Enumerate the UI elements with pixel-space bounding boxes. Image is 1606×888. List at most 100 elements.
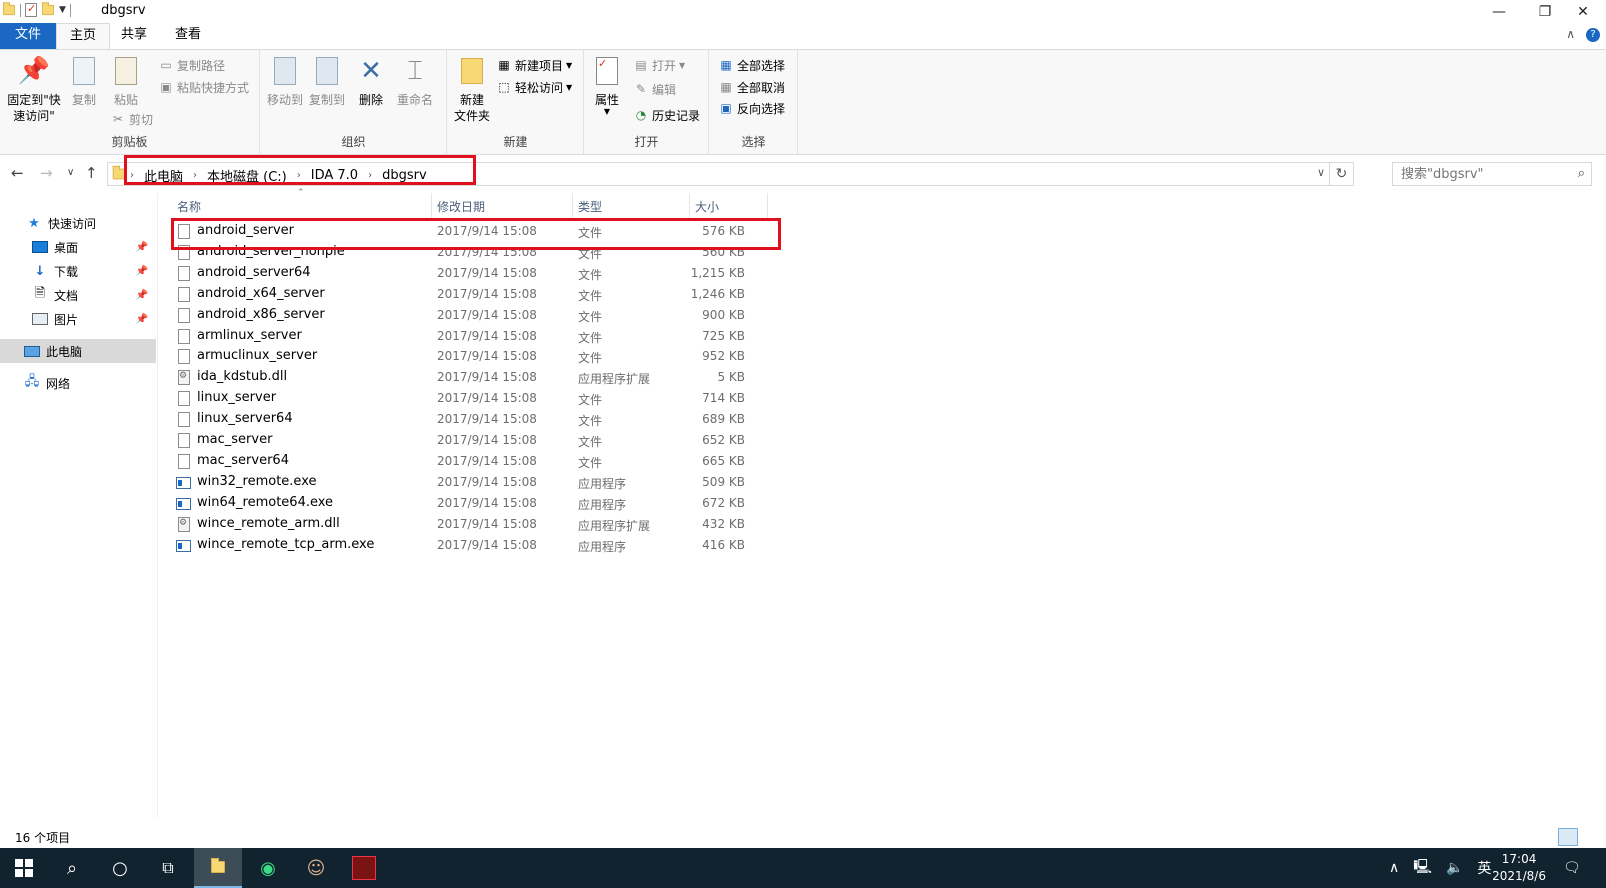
back-arrow-icon[interactable]: ← (11, 164, 24, 182)
file-row[interactable]: win64_remote64.exe 2017/9/14 15:08 应用程序 672… (172, 493, 772, 514)
search-input[interactable] (1401, 164, 1571, 184)
crumb-dbgsrv[interactable]: dbgsrv (382, 168, 427, 183)
invert-selection-button[interactable]: ▣ 反向选择 (718, 98, 785, 118)
file-row[interactable]: android_server 2017/9/14 15:08 文件 576 KB (172, 221, 772, 242)
column-header-type[interactable]: 类型 (573, 193, 690, 220)
column-header-name[interactable]: 名称 (172, 193, 432, 220)
ime-indicator[interactable]: 英 (1477, 858, 1491, 878)
copy-path-button[interactable]: ▭ 复制路径 (158, 55, 225, 75)
crumb-ida[interactable]: IDA 7.0 (311, 168, 358, 183)
file-row[interactable]: linux_server64 2017/9/14 15:08 文件 689 KB (172, 409, 772, 430)
nav-network[interactable]: 🖧 网络 (0, 371, 156, 395)
network-status-icon[interactable]: 🖳 (1413, 856, 1432, 880)
file-row[interactable]: android_server_nonpie 2017/9/14 15:08 文件 56… (172, 242, 772, 263)
file-row[interactable]: android_server64 2017/9/14 15:08 文件 1,215 K… (172, 263, 772, 284)
file-row[interactable]: android_x86_server 2017/9/14 15:08 文件 900 K… (172, 305, 772, 326)
file-row[interactable]: mac_server64 2017/9/14 15:08 文件 665 KB (172, 451, 772, 472)
up-arrow-icon[interactable]: ↑ (85, 164, 98, 182)
delete-button[interactable]: ✕ 删除 (355, 54, 387, 108)
nav-quick-access[interactable]: ★ 快速访问 (0, 211, 156, 235)
refresh-icon[interactable]: ↻ (1329, 163, 1353, 185)
tab-file[interactable]: 文件 (0, 23, 56, 49)
file-row[interactable]: armlinux_server 2017/9/14 15:08 文件 725 KB (172, 326, 772, 347)
file-row[interactable]: armuclinux_server 2017/9/14 15:08 文件 952 KB (172, 346, 772, 367)
paste-shortcut-button[interactable]: ▣ 粘贴快捷方式 (158, 77, 249, 97)
crumb-separator-icon[interactable]: › (297, 170, 301, 181)
pin-icon[interactable]: 📌 (136, 314, 148, 325)
column-header-size[interactable]: 大小 (690, 193, 768, 220)
select-none-button[interactable]: ▦ 全部取消 (718, 77, 785, 97)
paste-button[interactable]: 粘贴 (108, 54, 144, 108)
properties-icon[interactable] (25, 2, 37, 17)
notification-icon[interactable]: 🗨 (1563, 848, 1581, 888)
pin-icon[interactable]: 📌 (136, 242, 148, 253)
tab-home[interactable]: 主页 (56, 23, 111, 49)
file-date: 2017/9/14 15:08 (437, 412, 537, 427)
volume-icon[interactable]: 🔈 (1446, 860, 1463, 876)
history-button[interactable]: ◔ 历史记录 (633, 105, 700, 125)
column-header-date[interactable]: 修改日期 (432, 193, 573, 220)
file-row[interactable]: wince_remote_arm.dll 2017/9/14 15:08 应用程序扩… (172, 514, 772, 535)
app-icon[interactable] (340, 848, 388, 888)
pin-icon[interactable]: 📌 (136, 290, 148, 301)
file-name: android_server_nonpie (197, 243, 345, 259)
file-row[interactable]: mac_server 2017/9/14 15:08 文件 652 KB (172, 430, 772, 451)
file-explorer-taskbar-icon[interactable] (194, 848, 242, 888)
file-row[interactable]: android_x64_server 2017/9/14 15:08 文件 1,246… (172, 284, 772, 305)
copy-to-button[interactable]: 复制到 (307, 54, 347, 108)
nav-this-pc[interactable]: 此电脑 (0, 339, 156, 363)
new-item-button[interactable]: ▦ 新建项目 ▼ (496, 55, 572, 75)
nav-pictures[interactable]: 图片 📌 (0, 307, 156, 331)
crumb-separator-icon[interactable]: › (193, 170, 197, 181)
task-view-icon[interactable]: ⧉ (144, 848, 192, 888)
show-hidden-icons-icon[interactable]: ∧ (1389, 860, 1399, 876)
cut-button[interactable]: ✂ 剪切 (110, 109, 153, 129)
easy-access-button[interactable]: ⬚ 轻松访问 ▼ (496, 77, 572, 97)
close-button[interactable]: ✕ (1560, 0, 1606, 23)
start-button[interactable] (0, 848, 48, 888)
address-bar[interactable]: › 此电脑 › 本地磁盘 (C:) › IDA 7.0 › dbgsrv ∨ ↻ (107, 162, 1354, 186)
edit-button[interactable]: ✎ 编辑 (633, 79, 676, 99)
nav-downloads[interactable]: ↓ 下载 📌 (0, 259, 156, 283)
file-date: 2017/9/14 15:08 (437, 286, 537, 301)
large-icons-view-icon[interactable] (1580, 828, 1600, 846)
copy-button[interactable]: 复制 (66, 54, 102, 108)
android-studio-icon[interactable]: ◉ (244, 848, 292, 888)
crumb-this-pc[interactable]: 此电脑 (144, 166, 183, 185)
ida-pro-icon[interactable]: ☺ (292, 848, 340, 888)
search-box[interactable]: ⌕ (1392, 162, 1592, 186)
move-to-button[interactable]: 移动到 (265, 54, 305, 108)
rename-button[interactable]: ⌶ 重命名 (395, 54, 435, 108)
forward-arrow-icon[interactable]: → (40, 164, 53, 182)
details-view-icon[interactable] (1558, 828, 1578, 846)
select-all-button[interactable]: ▦ 全部选择 (718, 55, 785, 75)
file-row[interactable]: ida_kdstub.dll 2017/9/14 15:08 应用程序扩展 5 KB (172, 367, 772, 388)
nav-desktop[interactable]: 桌面 📌 (0, 235, 156, 259)
properties-button[interactable]: 属性 ▼ (591, 54, 623, 116)
recent-locations-chevron-icon[interactable]: ∨ (67, 167, 74, 178)
tab-view[interactable]: 查看 (162, 23, 214, 49)
new-folder-icon[interactable] (42, 2, 54, 16)
help-icon[interactable]: ? (1586, 28, 1600, 42)
crumb-separator-icon[interactable]: › (368, 170, 372, 181)
folder-icon[interactable] (3, 2, 15, 16)
crumb-local-disk[interactable]: 本地磁盘 (C:) (207, 166, 287, 185)
address-dropdown-icon[interactable]: ∨ (1317, 166, 1325, 179)
open-button[interactable]: ▤ 打开 ▼ (633, 55, 685, 75)
clock[interactable]: 17:04 2021/8/6 (1492, 851, 1546, 885)
qat-dropdown-icon[interactable]: ▼ (59, 5, 66, 15)
tab-share[interactable]: 共享 (108, 23, 160, 49)
file-row[interactable]: linux_server 2017/9/14 15:08 文件 714 KB (172, 388, 772, 409)
pin-icon[interactable]: 📌 (136, 266, 148, 277)
cortana-icon[interactable]: ○ (96, 848, 144, 888)
minimize-button[interactable]: — (1476, 0, 1522, 23)
nav-documents[interactable]: 🗎 文档 📌 (0, 283, 156, 307)
search-icon[interactable]: ⌕ (1578, 166, 1585, 181)
file-row[interactable]: win32_remote.exe 2017/9/14 15:08 应用程序 509 K… (172, 472, 772, 493)
pin-quick-access-button[interactable]: 📌 固定到"快 速访问" (6, 54, 62, 124)
collapse-ribbon-icon[interactable]: ∧ (1566, 27, 1575, 41)
new-folder-button[interactable]: 新建 文件夹 (452, 54, 492, 124)
file-row[interactable]: wince_remote_tcp_arm.exe 2017/9/14 15:08 应… (172, 535, 772, 556)
open-label: 打开 (652, 58, 677, 73)
search-taskbar-icon[interactable]: ⌕ (48, 848, 96, 888)
